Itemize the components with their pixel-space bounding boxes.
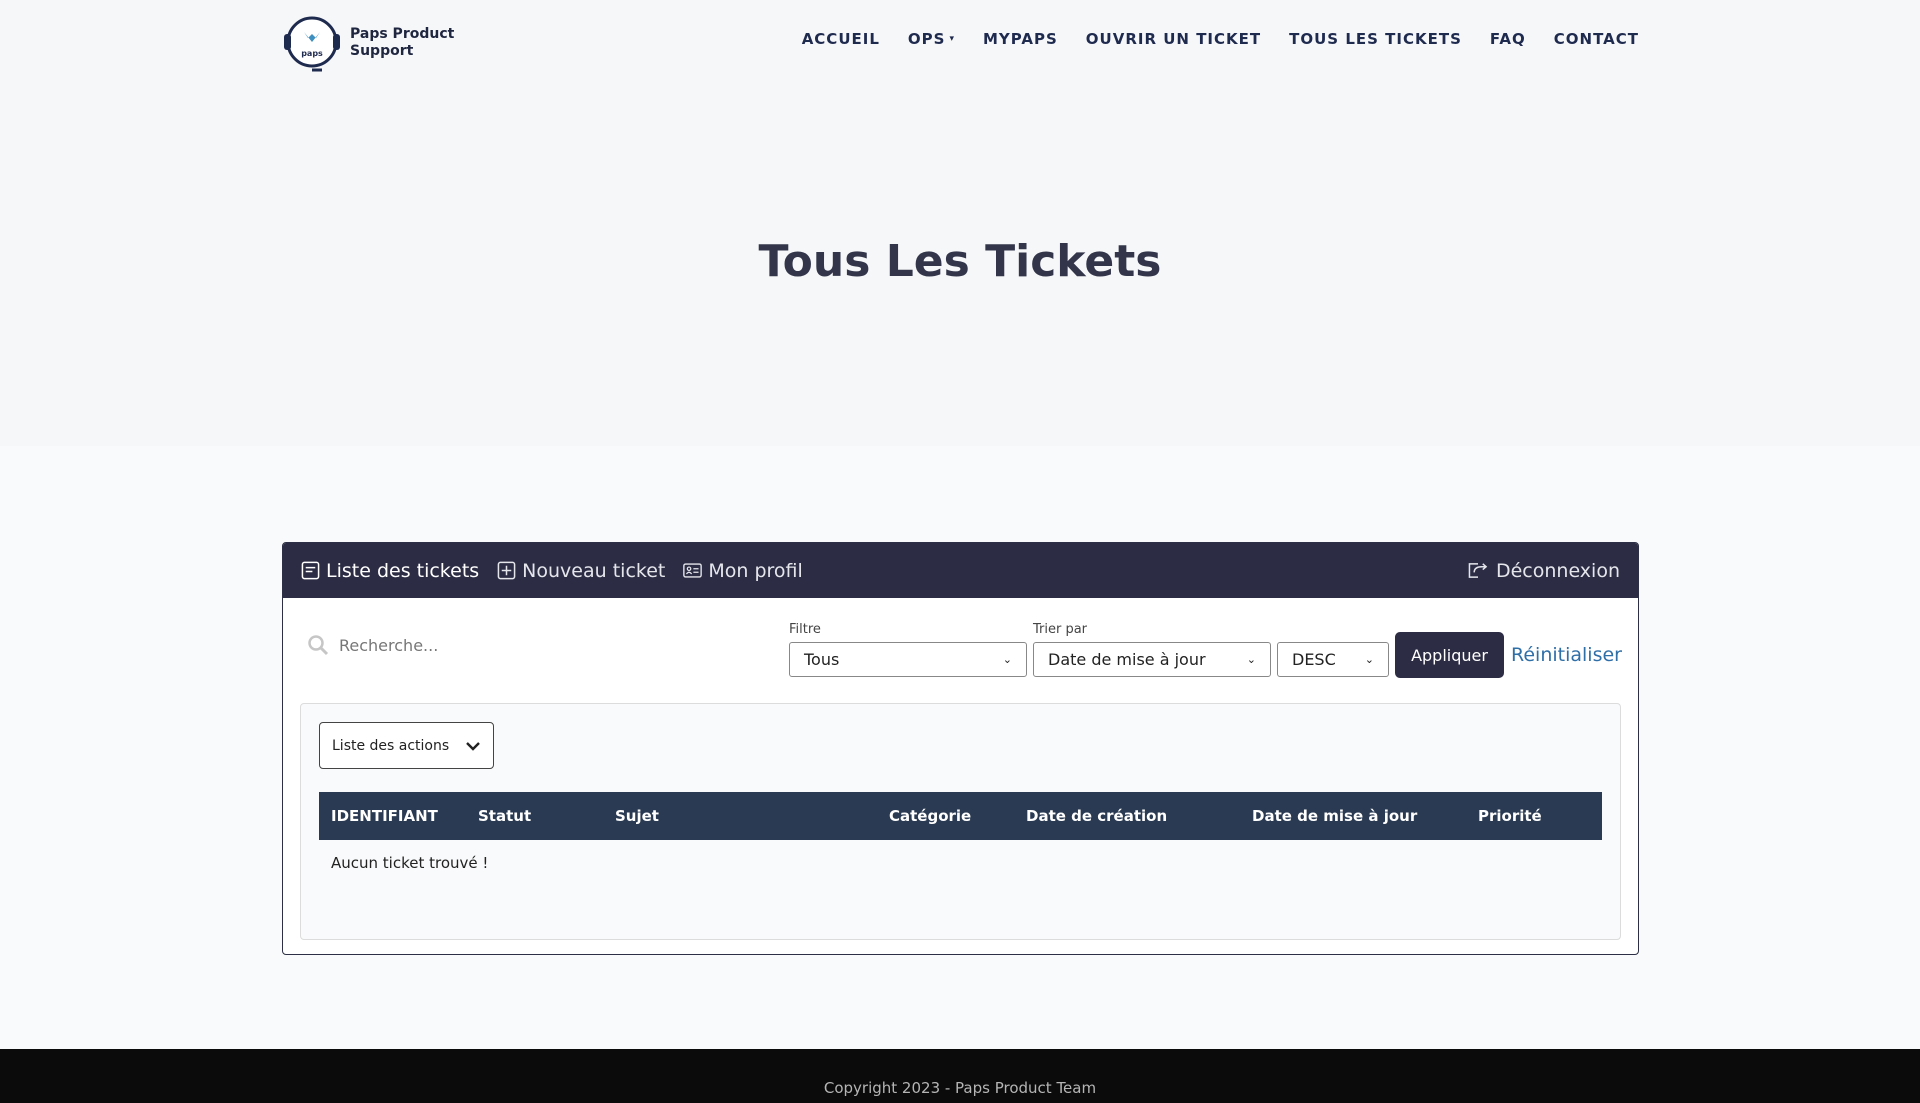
tab-label: Liste des tickets [326, 559, 480, 582]
page-header: paps Paps Product Support ACCUEIL OPS ▾ M… [0, 0, 1920, 446]
nav-ops[interactable]: OPS ▾ [908, 30, 955, 48]
logout-button[interactable]: Déconnexion [1466, 560, 1620, 582]
logo-text: paps [301, 49, 323, 58]
nav-tous-tickets[interactable]: TOUS LES TICKETS [1289, 30, 1462, 48]
nav-faq[interactable]: FAQ [1490, 30, 1526, 48]
filter-select[interactable]: Tous ⌄ [789, 642, 1027, 677]
brand-name: Paps Product Support [350, 26, 455, 59]
reset-link[interactable]: Réinitialiser [1511, 644, 1622, 666]
search-input[interactable] [339, 635, 639, 655]
col-categorie[interactable]: Catégorie [877, 792, 1014, 840]
nav-label: ACCUEIL [801, 30, 880, 48]
tickets-panel: Liste des tickets Nouveau ticket Mon pro… [282, 542, 1639, 955]
col-date-creation[interactable]: Date de création [1014, 792, 1240, 840]
nav-label: OPS [907, 30, 946, 48]
filter-label: Filtre [789, 622, 821, 637]
col-date-maj[interactable]: Date de mise à jour [1240, 792, 1466, 840]
tickets-table: IDENTIFIANT Statut Sujet Catégorie Date … [319, 792, 1602, 886]
tab-nouveau-ticket[interactable]: Nouveau ticket [497, 560, 665, 582]
sort-label: Trier par [1033, 622, 1088, 637]
empty-message: Aucun ticket trouvé ! [331, 854, 489, 872]
tab-mon-profil[interactable]: Mon profil [683, 559, 803, 582]
actions-dropdown[interactable]: Liste des actions [319, 722, 494, 769]
col-identifiant[interactable]: IDENTIFIANT [319, 792, 466, 840]
tab-label: Nouveau ticket [522, 559, 666, 582]
table-row: Aucun ticket trouvé ! [319, 840, 1602, 886]
nav-label: CONTACT [1553, 30, 1639, 48]
main-nav: ACCUEIL OPS ▾ MYPAPS OUVRIR UN TICKET TOU… [774, 30, 1639, 48]
logout-icon [1468, 563, 1488, 578]
tab-label: Mon profil [708, 559, 803, 582]
apply-button[interactable]: Appliquer [1395, 632, 1504, 678]
filter-controls: Filtre Tous ⌄ Trier par Date de mise à jo… [283, 598, 1638, 703]
chevron-down-icon: ⌄ [1246, 653, 1256, 666]
nav-mypaps[interactable]: MYPAPS [983, 30, 1058, 48]
chevron-down-icon [466, 741, 480, 751]
brand-logo[interactable]: paps Paps Product Support [282, 14, 470, 72]
footer: Copyright 2023 - Paps Product Team [0, 1049, 1920, 1103]
plus-square-icon [497, 561, 516, 580]
col-statut[interactable]: Statut [466, 792, 603, 840]
page-title: Tous Les Tickets [758, 236, 1162, 287]
tickets-card: Liste des actions IDENTIFIANT Statut Suj… [300, 703, 1621, 940]
search-box [307, 634, 639, 656]
chevron-down-icon: ⌄ [1364, 653, 1374, 666]
sort-select[interactable]: Date de mise à jour ⌄ [1033, 642, 1271, 677]
list-icon [301, 561, 320, 580]
nav-accueil[interactable]: ACCUEIL [802, 30, 880, 48]
logout-label: Déconnexion [1495, 559, 1620, 582]
nav-ouvrir-ticket[interactable]: OUVRIR UN TICKET [1086, 30, 1261, 48]
filter-value: Tous [804, 650, 840, 669]
order-select[interactable]: DESC ⌄ [1277, 642, 1389, 677]
table-header-row: IDENTIFIANT Statut Sujet Catégorie Date … [319, 792, 1602, 840]
nav-label: TOUS LES TICKETS [1289, 30, 1462, 48]
nav-label: FAQ [1489, 30, 1526, 48]
nav-contact[interactable]: CONTACT [1554, 30, 1639, 48]
col-priorite[interactable]: Priorité [1466, 792, 1602, 840]
copyright-text: Copyright 2023 - Paps Product Team [823, 1079, 1097, 1097]
search-icon [308, 635, 329, 656]
nav-label: OUVRIR UN TICKET [1085, 30, 1262, 48]
actions-dropdown-label: Liste des actions [332, 737, 450, 754]
profile-card-icon [683, 563, 703, 578]
col-sujet[interactable]: Sujet [603, 792, 877, 840]
caret-down-icon: ▾ [949, 34, 955, 44]
nav-label: MYPAPS [982, 30, 1058, 48]
panel-toolbar: Liste des tickets Nouveau ticket Mon pro… [283, 543, 1638, 598]
headset-logo-icon: paps [282, 14, 342, 72]
sort-value: Date de mise à jour [1048, 650, 1206, 669]
order-value: DESC [1292, 650, 1336, 669]
tab-liste-tickets[interactable]: Liste des tickets [301, 560, 479, 582]
chevron-down-icon: ⌄ [1002, 653, 1012, 666]
